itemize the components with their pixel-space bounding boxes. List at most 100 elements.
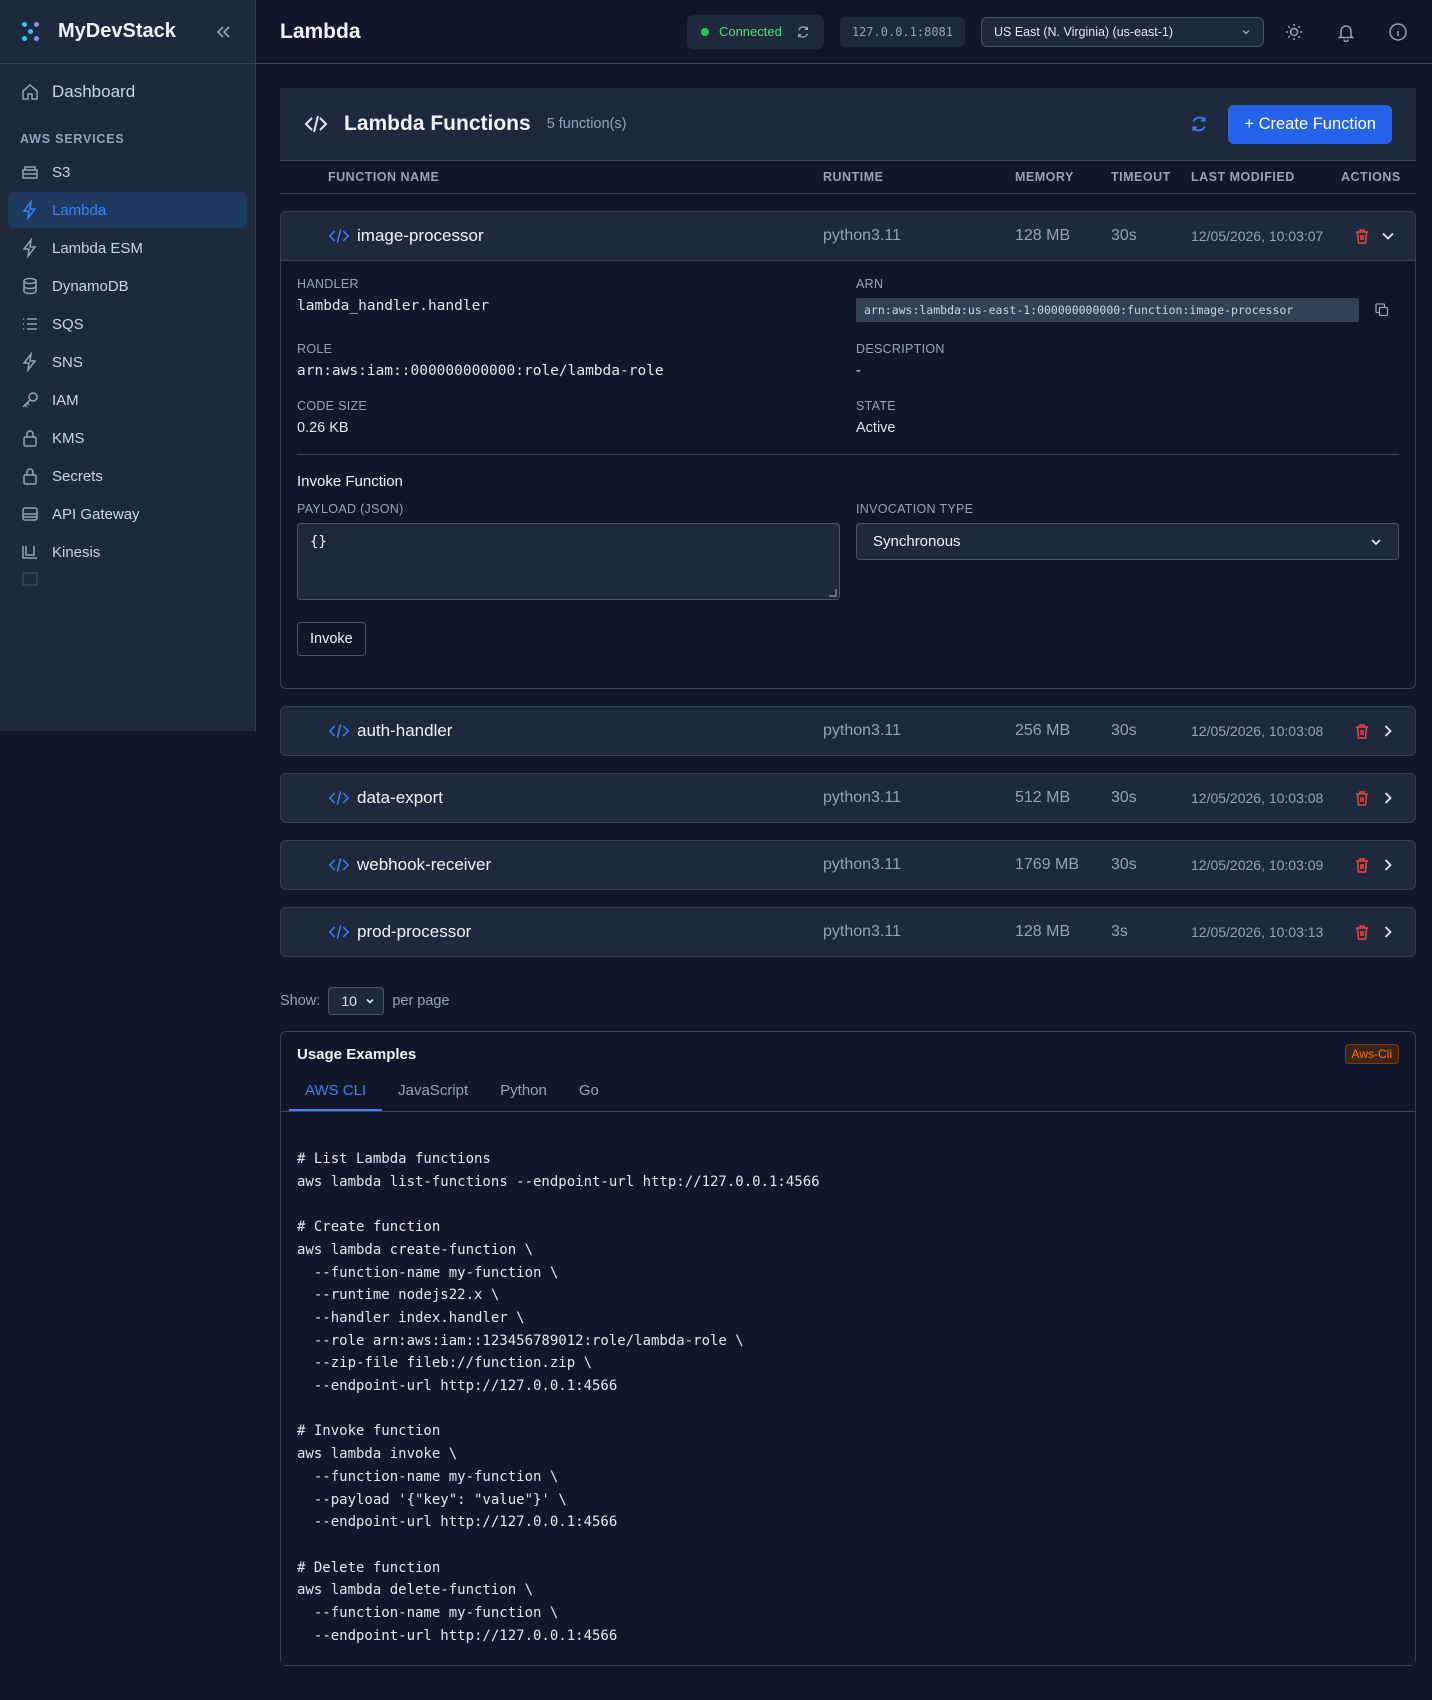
- sidebar-item-sns[interactable]: SNS: [8, 344, 247, 380]
- trash-icon[interactable]: [1355, 857, 1369, 873]
- connection-status: Connected: [686, 14, 824, 49]
- chevron-right-icon[interactable]: [1381, 925, 1395, 939]
- function-timeout: 30s: [1111, 227, 1137, 244]
- code-example: # List Lambda functions aws lambda list-…: [281, 1112, 1415, 1666]
- code-icon: [329, 858, 349, 872]
- bolt-icon: [22, 200, 37, 220]
- detail-label: HANDLER: [297, 277, 359, 291]
- tab-python[interactable]: Python: [484, 1072, 563, 1111]
- sidebar-item-kms[interactable]: KMS: [8, 420, 247, 456]
- reconnect-icon[interactable]: [796, 25, 810, 39]
- copy-icon[interactable]: [1375, 303, 1389, 317]
- sidebar-item-label: Kinesis: [52, 543, 101, 561]
- divider: [297, 454, 1399, 455]
- sidebar-item-label: IAM: [52, 391, 79, 409]
- bell-icon[interactable]: [1336, 22, 1356, 42]
- function-memory: 1769 MB: [1015, 856, 1080, 873]
- detail-label: CODE SIZE: [297, 399, 368, 413]
- function-name[interactable]: auth-handler: [357, 721, 452, 741]
- role-value: arn:aws:iam::000000000000:role/lambda-ro…: [297, 363, 664, 379]
- function-row[interactable]: auth-handler python3.11 256 MB 30s 12/05…: [281, 707, 1415, 755]
- detail-label: DESCRIPTION: [856, 342, 945, 356]
- function-row[interactable]: webhook-receiver python3.11 1769 MB 30s …: [281, 841, 1415, 889]
- brand-logo-icon: [22, 21, 42, 42]
- trash-icon[interactable]: [1355, 228, 1369, 244]
- table-header: FUNCTION NAME RUNTIME MEMORY TIMEOUT LAS…: [280, 161, 1416, 194]
- info-icon[interactable]: [1388, 22, 1408, 42]
- sidebar-item-kinesis[interactable]: Kinesis: [8, 534, 247, 570]
- arn-value[interactable]: arn:aws:lambda:us-east-1:000000000000:fu…: [856, 298, 1359, 322]
- trash-icon[interactable]: [1355, 924, 1369, 940]
- create-function-button[interactable]: + Create Function: [1228, 104, 1392, 144]
- tab-aws-cli[interactable]: AWS CLI: [289, 1072, 383, 1111]
- invocation-type-select[interactable]: Synchronous: [856, 523, 1399, 560]
- function-last-modified: 12/05/2026, 10:03:13: [1191, 924, 1324, 940]
- stream-icon: [22, 546, 37, 559]
- chevron-right-icon[interactable]: [1381, 858, 1395, 872]
- pagination: Show: 10 per page: [280, 987, 1416, 1015]
- column-header-timeout[interactable]: TIMEOUT: [1111, 170, 1171, 184]
- sidebar-item-dashboard[interactable]: Dashboard: [0, 64, 255, 120]
- resize-handle-icon[interactable]: [829, 589, 837, 597]
- state-value: Active: [856, 420, 896, 436]
- column-header-name[interactable]: FUNCTION NAME: [328, 170, 439, 184]
- sidebar-item-s3[interactable]: S3: [8, 154, 247, 190]
- function-runtime: python3.11: [823, 923, 901, 940]
- payload-input[interactable]: {}: [297, 523, 840, 600]
- function-name[interactable]: webhook-receiver: [357, 855, 491, 875]
- theme-toggle-icon[interactable]: [1284, 22, 1304, 42]
- sidebar-item-lambda[interactable]: Lambda: [8, 192, 247, 228]
- tab-go[interactable]: Go: [563, 1072, 615, 1111]
- sidebar-item-label: Lambda: [52, 201, 107, 219]
- column-header-actions: ACTIONS: [1341, 170, 1401, 184]
- page-title: Lambda: [280, 19, 361, 43]
- column-header-runtime[interactable]: RUNTIME: [823, 170, 883, 184]
- chevron-right-icon[interactable]: [1381, 724, 1395, 738]
- function-card: auth-handler python3.11 256 MB 30s 12/05…: [280, 706, 1416, 756]
- lock-icon: [23, 430, 37, 447]
- overflow-icon: [22, 572, 38, 586]
- detail-label: ARN: [856, 277, 884, 291]
- sidebar-item-secrets[interactable]: Secrets: [8, 458, 247, 494]
- code-icon: [329, 925, 349, 939]
- page-size-value: 10: [341, 993, 357, 1009]
- description-value: -: [856, 363, 861, 379]
- sidebar-item-api-gateway[interactable]: API Gateway: [8, 496, 247, 532]
- code-icon: [329, 791, 349, 805]
- tab-javascript[interactable]: JavaScript: [382, 1072, 484, 1111]
- chevron-right-icon[interactable]: [1381, 791, 1395, 805]
- page-size-select[interactable]: 10: [328, 987, 385, 1015]
- payload-value: {}: [310, 534, 327, 550]
- chevron-down-icon: [1371, 538, 1381, 545]
- sidebar-item-dynamodb[interactable]: DynamoDB: [8, 268, 247, 304]
- chevron-down-icon[interactable]: [1381, 229, 1395, 243]
- sidebar-item-iam[interactable]: IAM: [8, 382, 247, 418]
- function-row[interactable]: image-processor python3.11 128 MB 30s 12…: [281, 212, 1415, 260]
- trash-icon[interactable]: [1355, 790, 1369, 806]
- sidebar-item-lambda-esm[interactable]: Lambda ESM: [8, 230, 247, 266]
- column-header-modified[interactable]: LAST MODIFIED: [1191, 170, 1295, 184]
- function-name[interactable]: prod-processor: [357, 922, 471, 942]
- function-name[interactable]: image-processor: [357, 226, 484, 246]
- function-row[interactable]: data-export python3.11 512 MB 30s 12/05/…: [281, 774, 1415, 822]
- usage-examples: Usage Examples Aws-Cli AWS CLI JavaScrip…: [280, 1031, 1416, 1667]
- chevron-down-icon: [366, 998, 374, 1004]
- invocation-type-value: Synchronous: [873, 533, 961, 550]
- bolt-icon: [22, 238, 37, 258]
- trash-icon[interactable]: [1355, 723, 1369, 739]
- column-header-memory[interactable]: MEMORY: [1015, 170, 1074, 184]
- pager-show-label: Show:: [280, 993, 321, 1009]
- function-row[interactable]: prod-processor python3.11 128 MB 3s 12/0…: [281, 908, 1415, 956]
- collapse-sidebar-icon[interactable]: [213, 22, 233, 42]
- invoke-button[interactable]: Invoke: [297, 622, 366, 656]
- refresh-icon[interactable]: [1190, 115, 1208, 133]
- payload-label: PAYLOAD (JSON): [297, 502, 404, 516]
- region-select[interactable]: US East (N. Virginia) (us-east-1): [981, 16, 1264, 47]
- function-name[interactable]: data-export: [357, 788, 443, 808]
- detail-role: ROLE arn:aws:iam::000000000000:role/lamb…: [297, 342, 856, 379]
- status-dot-icon: [700, 27, 709, 36]
- usage-tabs: AWS CLI JavaScript Python Go: [281, 1072, 1415, 1112]
- sidebar-item-sqs[interactable]: SQS: [8, 306, 247, 342]
- detail-label: ROLE: [297, 342, 333, 356]
- brand-name: MyDevStack: [58, 20, 176, 42]
